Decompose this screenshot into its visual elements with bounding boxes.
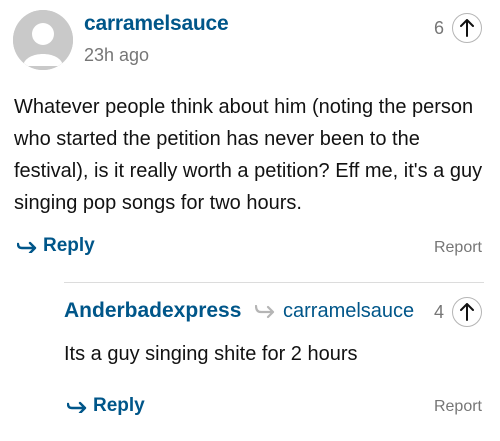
in-reply-to-author: carramelsauce: [283, 300, 415, 322]
reply-recommend-button[interactable]: [452, 297, 482, 327]
reply-label: Reply: [43, 235, 95, 256]
comment-author[interactable]: carramelsauce: [84, 12, 229, 36]
reply-body: Its a guy singing shite for 2 hours: [64, 343, 358, 365]
avatar[interactable]: [13, 10, 73, 70]
reply-button[interactable]: Reply: [17, 235, 95, 257]
recommend-button[interactable]: [452, 13, 482, 43]
recommend-group: 6: [434, 13, 482, 43]
reply-reply-label: Reply: [93, 395, 145, 416]
recommend-count: 6: [433, 17, 444, 38]
arrow-up-icon: [460, 19, 474, 37]
comment-timestamp[interactable]: 23h ago: [84, 45, 149, 66]
arrow-up-icon: [460, 303, 474, 321]
in-reply-to[interactable]: carramelsauce: [255, 300, 414, 323]
reply-recommend-count: 4: [433, 301, 444, 322]
arrow-right-icon: [17, 241, 37, 253]
arrow-right-icon: [67, 401, 87, 413]
reply-author[interactable]: Anderbadexpress: [64, 299, 241, 323]
reply-reply-button[interactable]: Reply: [67, 395, 145, 417]
reply-divider: [64, 282, 484, 283]
comment-body: Whatever people think about him (noting …: [14, 96, 483, 214]
report-link[interactable]: Report: [434, 239, 482, 257]
default-avatar-icon: [13, 10, 73, 70]
reply-report-link[interactable]: Report: [434, 398, 482, 416]
reply-arrow-icon: [255, 304, 275, 318]
reply-recommend-group: 4: [434, 297, 482, 327]
